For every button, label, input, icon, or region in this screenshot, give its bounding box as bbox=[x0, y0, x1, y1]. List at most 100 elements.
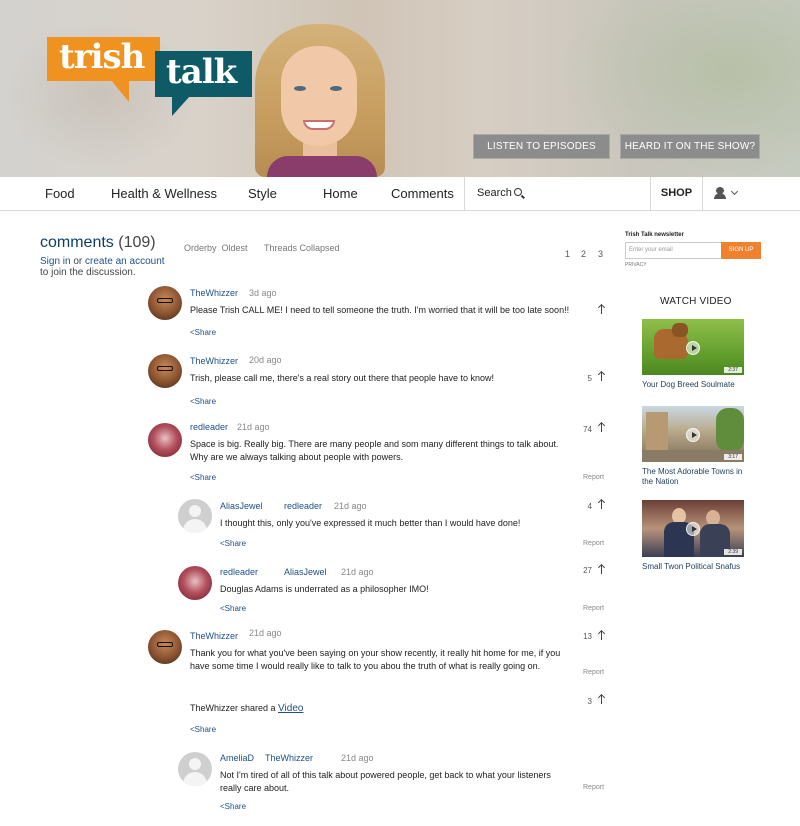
share-link[interactable]: <Share bbox=[190, 725, 216, 734]
shop-link[interactable]: SHOP bbox=[651, 177, 703, 210]
share-link[interactable]: <Share bbox=[220, 539, 246, 548]
comment-timestamp: 21d ago bbox=[237, 422, 270, 432]
nav-item-food[interactable]: Food bbox=[45, 186, 75, 201]
avatar[interactable] bbox=[178, 499, 212, 533]
share-link[interactable]: <Share bbox=[190, 473, 216, 482]
logo-trish-box[interactable]: trish bbox=[47, 37, 160, 81]
avatar[interactable] bbox=[148, 354, 182, 388]
nav-item-health-wellness[interactable]: Health & Wellness bbox=[111, 186, 217, 201]
comment-timestamp: 3d ago bbox=[249, 288, 277, 298]
main-nav: Food Health & Wellness Style Home Commen… bbox=[0, 177, 800, 211]
play-icon bbox=[686, 428, 700, 442]
comment-username[interactable]: AliasJewel bbox=[220, 501, 263, 511]
chevron-down-icon bbox=[730, 187, 739, 196]
nav-item-home[interactable]: Home bbox=[323, 186, 358, 201]
host-photo bbox=[237, 24, 402, 177]
play-icon bbox=[686, 522, 700, 536]
comment-timestamp: 20d ago bbox=[249, 355, 282, 365]
page-link-3[interactable]: 3 bbox=[598, 249, 603, 259]
search-label: Search bbox=[477, 187, 512, 199]
avatar[interactable] bbox=[148, 286, 182, 320]
comments-title-text: comments bbox=[40, 234, 114, 251]
report-link[interactable]: Report bbox=[583, 474, 604, 481]
comment-username[interactable]: AmeliaD bbox=[220, 753, 254, 763]
threads-toggle[interactable]: Threads Collapsed bbox=[264, 243, 340, 253]
avatar[interactable] bbox=[148, 630, 182, 664]
vote-count: 74 bbox=[583, 425, 592, 434]
comment-timestamp: 21d ago bbox=[249, 628, 282, 638]
hero-banner: trish talk LISTEN TO EPISODES HEARD IT O… bbox=[0, 0, 800, 177]
report-link[interactable]: Report bbox=[583, 540, 604, 547]
join-discussion-text: to join the discussion. bbox=[40, 267, 136, 278]
video-thumbnail[interactable]: 3:17 bbox=[642, 406, 744, 462]
comment-text: Douglas Adams is underrated as a philoso… bbox=[220, 584, 429, 594]
shared-video-line: TheWhizzer shared a Video bbox=[190, 703, 304, 714]
upvote-icon[interactable] bbox=[597, 304, 606, 314]
comment-text: Space is big. Really big. There are many… bbox=[190, 439, 559, 462]
shared-video-link[interactable]: Video bbox=[278, 703, 303, 714]
play-icon bbox=[686, 341, 700, 355]
comment-username[interactable]: redleader bbox=[220, 567, 258, 577]
comments-count: (109) bbox=[118, 234, 156, 251]
comment-username[interactable]: TheWhizzer bbox=[190, 631, 238, 641]
watch-video-title: WATCH VIDEO bbox=[660, 296, 732, 307]
avatar[interactable] bbox=[148, 423, 182, 457]
video-thumbnail[interactable]: 2:37 bbox=[642, 319, 744, 375]
page-link-2[interactable]: 2 bbox=[581, 249, 586, 259]
comment-text: Not I'm tired of all of this talk about … bbox=[220, 770, 551, 793]
signin-link[interactable]: Sign in bbox=[40, 256, 71, 267]
share-link[interactable]: <Share bbox=[220, 802, 246, 811]
page-link-1[interactable]: 1 bbox=[565, 249, 570, 259]
vote-count: 13 bbox=[583, 632, 592, 641]
avatar[interactable] bbox=[178, 752, 212, 786]
heard-it-on-the-show-button[interactable]: HEARD IT ON THE SHOW? bbox=[620, 134, 760, 159]
newsletter-title: Trish Talk newsletter bbox=[625, 232, 684, 238]
user-menu[interactable] bbox=[714, 187, 744, 201]
share-link[interactable]: <Share bbox=[190, 397, 216, 406]
upvote-icon[interactable] bbox=[597, 694, 606, 704]
upvote-icon[interactable] bbox=[597, 630, 606, 640]
nav-item-style[interactable]: Style bbox=[248, 186, 277, 201]
comment-timestamp: 21d ago bbox=[341, 567, 374, 577]
comment-timestamp: 21d ago bbox=[341, 753, 374, 763]
nav-item-comments[interactable]: Comments bbox=[391, 186, 454, 201]
reply-to-username[interactable]: redleader bbox=[284, 501, 322, 511]
comments-title: comments (109) bbox=[40, 234, 156, 252]
report-link[interactable]: Report bbox=[583, 669, 604, 676]
vote-count: 5 bbox=[587, 374, 592, 383]
video-caption[interactable]: Small Twon Political Snafus bbox=[642, 562, 752, 572]
listen-to-episodes-button[interactable]: LISTEN TO EPISODES bbox=[473, 134, 610, 159]
comment-timestamp: 21d ago bbox=[334, 501, 367, 511]
logo-word-trish: trish bbox=[59, 37, 145, 77]
report-link[interactable]: Report bbox=[583, 784, 604, 791]
comment-username[interactable]: TheWhizzer bbox=[190, 288, 238, 298]
newsletter-signup-button[interactable]: SIGN UP bbox=[721, 242, 761, 259]
video-thumbnail[interactable]: 2:39 bbox=[642, 500, 744, 557]
share-link[interactable]: <Share bbox=[190, 328, 216, 337]
comment-text: Thank you for what you've been saying on… bbox=[190, 648, 561, 671]
share-link[interactable]: <Share bbox=[220, 604, 246, 613]
avatar[interactable] bbox=[178, 566, 212, 600]
upvote-icon[interactable] bbox=[597, 499, 606, 509]
search-box[interactable]: Search bbox=[464, 177, 651, 210]
upvote-icon[interactable] bbox=[597, 564, 606, 574]
video-duration: 2:37 bbox=[724, 367, 742, 373]
video-caption[interactable]: Your Dog Breed Soulmate bbox=[642, 380, 752, 390]
upvote-icon[interactable] bbox=[597, 371, 606, 381]
comment-username[interactable]: redleader bbox=[190, 422, 228, 432]
search-icon[interactable] bbox=[514, 188, 522, 196]
reply-to-username[interactable]: AliasJewel bbox=[284, 567, 327, 577]
comment-text: Trish, please call me, there's a real st… bbox=[190, 373, 495, 383]
orderby-selector[interactable]: Orderby Oldest bbox=[184, 243, 248, 253]
upvote-icon[interactable] bbox=[597, 422, 606, 432]
report-link[interactable]: Report bbox=[583, 605, 604, 612]
comment-username[interactable]: TheWhizzer bbox=[190, 356, 238, 366]
video-caption[interactable]: The Most Adorable Towns in the Nation bbox=[642, 467, 752, 487]
vote-count: 3 bbox=[587, 697, 592, 706]
vote-count: 4 bbox=[587, 502, 592, 511]
reply-to-username[interactable]: TheWhizzer bbox=[265, 753, 313, 763]
newsletter-email-input[interactable]: Enter your email bbox=[625, 242, 722, 259]
create-account-link[interactable]: create an account bbox=[85, 256, 165, 267]
vote-count: 27 bbox=[583, 566, 592, 575]
privacy-link[interactable]: PRIVACY bbox=[625, 262, 647, 268]
